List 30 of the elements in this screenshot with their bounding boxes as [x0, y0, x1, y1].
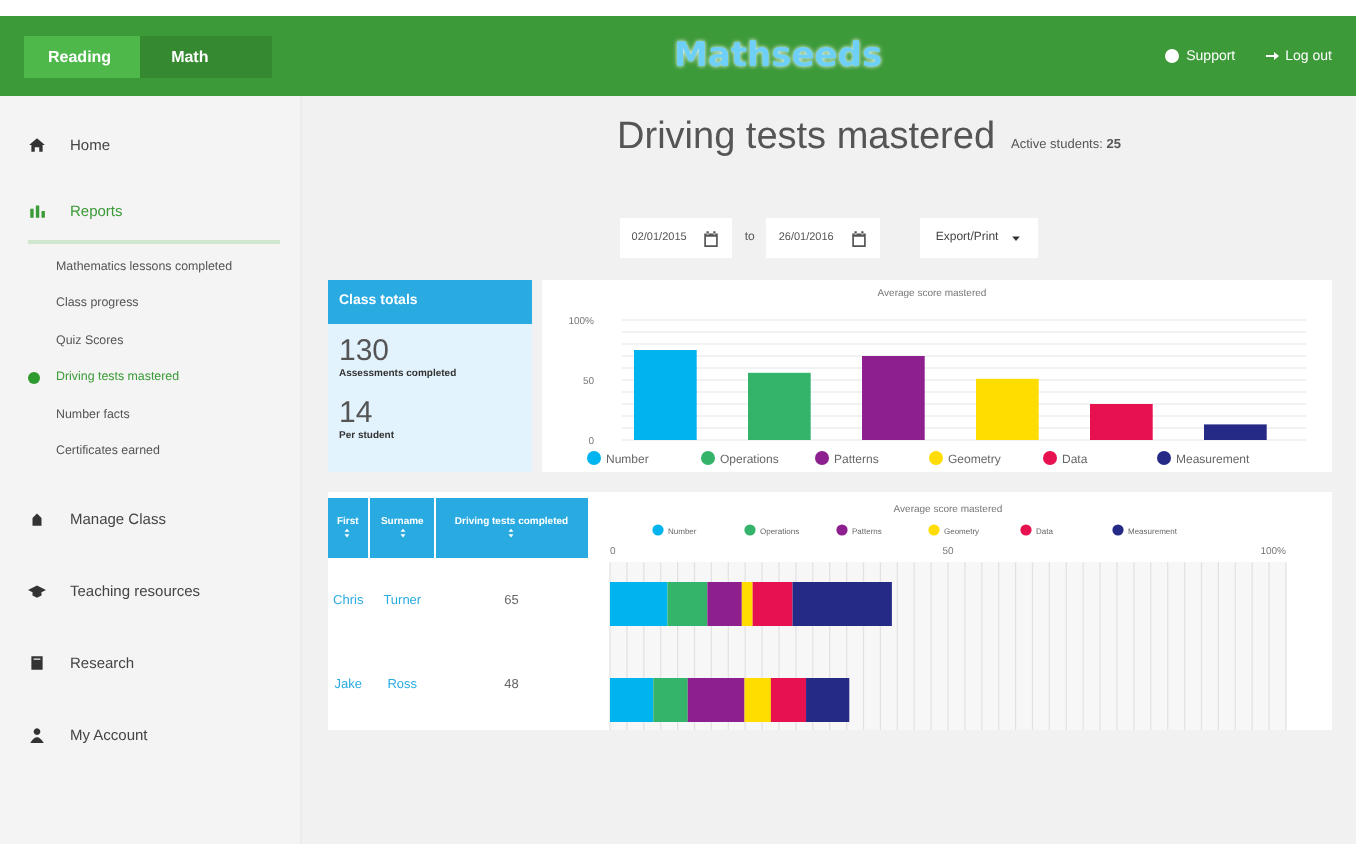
chart-bar: [805, 678, 849, 722]
sort-icon: [342, 527, 353, 537]
tab[interactable]: Math: [139, 35, 241, 77]
chart-bar: [609, 582, 667, 626]
person-icon: [28, 725, 46, 743]
chart-bar: [975, 378, 1038, 440]
page-title: Driving tests mastered: [617, 116, 996, 160]
book-icon: [28, 653, 46, 671]
help-icon: [1164, 48, 1181, 64]
tab[interactable]: Reading: [24, 35, 140, 77]
chart-bar: [1203, 424, 1266, 440]
chart-bar: [1089, 404, 1152, 440]
graduation-cap-icon: [28, 581, 46, 599]
sort-icon: [506, 527, 517, 537]
home-icon: [28, 135, 46, 153]
chart-bar: [666, 582, 707, 626]
stat-value: 130: [337, 332, 392, 368]
sort-icon: [397, 527, 408, 537]
stat-value: 14: [337, 394, 375, 430]
arrow-icon: [1263, 48, 1280, 64]
chart-bar: [861, 356, 924, 440]
chart-bar: [633, 350, 696, 440]
house-icon: [28, 509, 46, 527]
chart-bar: [609, 678, 653, 722]
bar-chart-icon: [28, 201, 46, 219]
chart-bar: [769, 678, 806, 722]
calendar-icon: [849, 229, 868, 247]
chart-bar: [747, 372, 810, 440]
caret-icon: [1010, 232, 1023, 244]
calendar-icon: [702, 229, 721, 247]
